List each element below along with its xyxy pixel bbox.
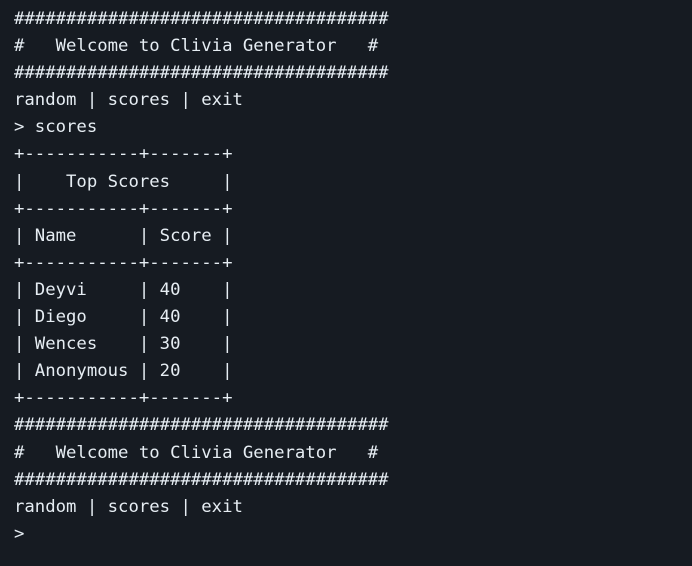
banner-top-border: #################################### <box>14 9 389 29</box>
banner-bottom-border: #################################### <box>14 63 389 84</box>
table-top-border: +-----------+-------+ <box>14 144 233 165</box>
menu-options: random | scores | exit <box>14 496 243 517</box>
table-row: | Diego | 40 | <box>14 307 233 328</box>
table-header: | Name | Score | <box>14 225 233 246</box>
table-header-border: +-----------+-------+ <box>14 252 233 273</box>
banner-title: # Welcome to Clivia Generator # <box>14 442 379 463</box>
banner-top-border: #################################### <box>14 415 389 436</box>
table-title-border: +-----------+-------+ <box>14 198 233 219</box>
banner-bottom-border: #################################### <box>14 469 389 490</box>
command-input-history: > scores <box>14 117 98 138</box>
banner-title: # Welcome to Clivia Generator # <box>14 36 379 57</box>
command-prompt[interactable]: > <box>14 521 692 548</box>
table-row: | Wences | 30 | <box>14 334 233 355</box>
terminal-output[interactable]: #################################### # W… <box>0 0 692 566</box>
menu-options: random | scores | exit <box>14 90 243 111</box>
table-bottom-border: +-----------+-------+ <box>14 388 233 409</box>
table-row: | Deyvi | 40 | <box>14 279 233 300</box>
table-title: | Top Scores | <box>14 171 233 192</box>
table-row: | Anonymous | 20 | <box>14 361 233 382</box>
